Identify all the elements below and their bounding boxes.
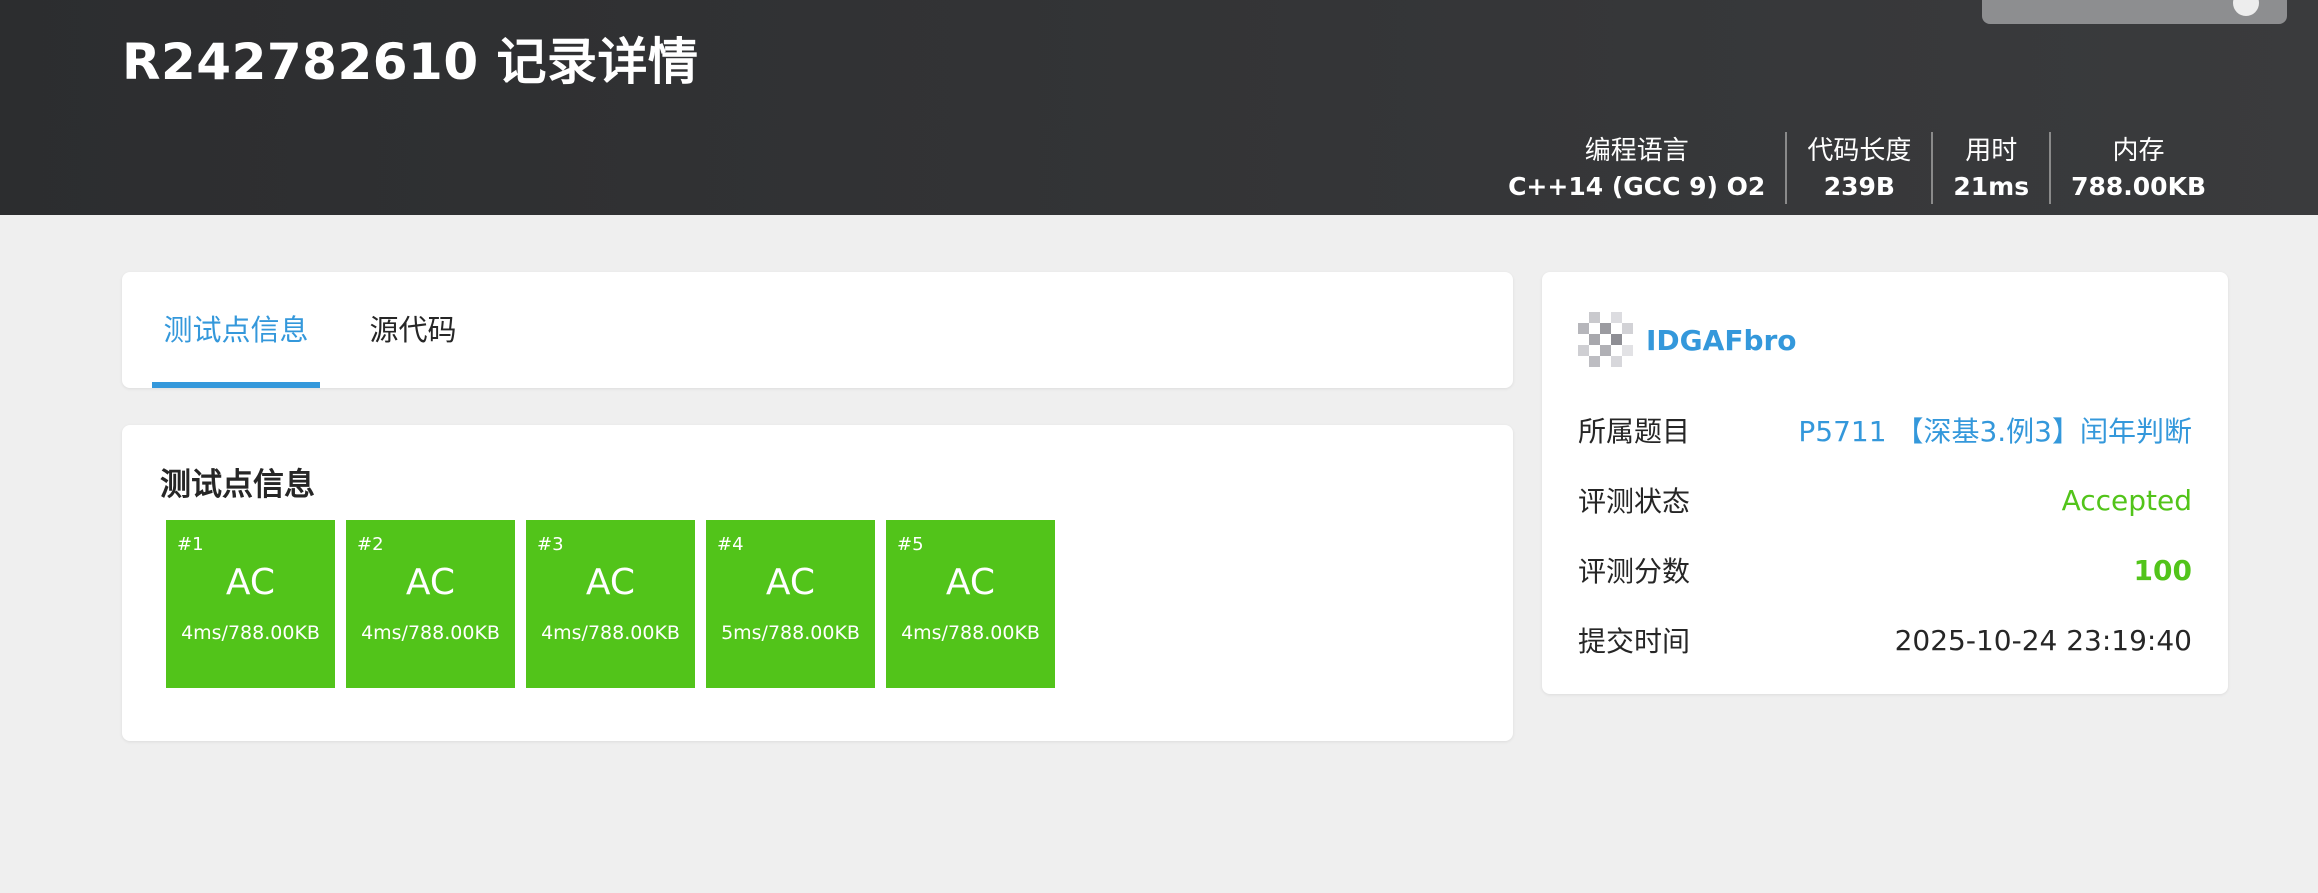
toggle-knob-icon (2233, 0, 2259, 16)
username-link[interactable]: IDGAFbro (1646, 324, 1797, 357)
test-cases-card: 测试点信息 #1 AC 4ms/788.00KB #2 AC 4ms/788.0… (122, 425, 1513, 741)
test-case-id: #4 (717, 534, 744, 555)
test-case-detail: 5ms/788.00KB (721, 622, 860, 644)
info-key: 评测状态 (1578, 485, 1691, 518)
test-case-detail: 4ms/788.00KB (181, 622, 320, 644)
test-case-id: #5 (897, 534, 924, 555)
avatar[interactable] (1578, 312, 1634, 368)
problem-link[interactable]: P5711 【深基3.例3】闰年判断 (1798, 410, 2192, 450)
tab-source-code[interactable]: 源代码 (348, 272, 478, 388)
info-row-submit-time: 提交时间 2025-10-24 23:19:40 (1578, 620, 2192, 660)
user-row: IDGAFbro (1578, 312, 1797, 368)
stat-language: 编程语言 C++14 (GCC 9) O2 (1488, 132, 1785, 204)
test-case-detail: 4ms/788.00KB (901, 622, 1040, 644)
test-case-tile[interactable]: #3 AC 4ms/788.00KB (526, 520, 695, 688)
submission-stats: 编程语言 C++14 (GCC 9) O2 代码长度 239B 用时 21ms … (1488, 132, 2226, 204)
page-title: R242782610 记录详情 (122, 33, 699, 91)
test-case-tile[interactable]: #4 AC 5ms/788.00KB (706, 520, 875, 688)
submission-info-card: IDGAFbro 所属题目 P5711 【深基3.例3】闰年判断 评测状态 Ac… (1542, 272, 2228, 694)
test-case-detail: 4ms/788.00KB (541, 622, 680, 644)
stat-value: 788.00KB (2071, 172, 2206, 201)
submit-time-value: 2025-10-24 23:19:40 (1894, 623, 2192, 657)
test-case-status: AC (765, 562, 816, 603)
test-case-id: #2 (357, 534, 384, 555)
stat-value: C++14 (GCC 9) O2 (1508, 172, 1766, 201)
info-row-problem: 所属题目 P5711 【深基3.例3】闰年判断 (1578, 410, 2192, 450)
test-case-tile[interactable]: #5 AC 4ms/788.00KB (886, 520, 1055, 688)
info-key: 提交时间 (1578, 625, 1691, 658)
tabs-card: 测试点信息 源代码 (122, 272, 1513, 388)
stat-value: 239B (1823, 172, 1895, 201)
stat-code-length: 代码长度 239B (1785, 132, 1931, 204)
score-value: 100 (2133, 553, 2192, 587)
stat-label: 用时 (1965, 136, 2018, 166)
test-cases-title: 测试点信息 (160, 467, 315, 503)
stat-label: 内存 (2112, 136, 2165, 166)
info-key: 所属题目 (1578, 415, 1691, 448)
stat-label: 代码长度 (1807, 136, 1912, 166)
test-case-id: #3 (537, 534, 564, 555)
stat-time: 用时 21ms (1931, 132, 2049, 204)
test-case-tile[interactable]: #1 AC 4ms/788.00KB (166, 520, 335, 688)
stat-value: 21ms (1953, 172, 2030, 201)
info-key: 评测分数 (1578, 555, 1691, 588)
test-case-id: #1 (177, 534, 204, 555)
stat-label: 编程语言 (1584, 136, 1689, 166)
test-case-status: AC (585, 562, 636, 603)
status-value: Accepted (2061, 483, 2192, 517)
test-case-detail: 4ms/788.00KB (361, 622, 500, 644)
test-case-status: AC (945, 562, 996, 603)
page-header: R242782610 记录详情 编程语言 C++14 (GCC 9) O2 代码… (0, 0, 2318, 215)
stat-memory: 内存 788.00KB (2049, 132, 2226, 204)
info-row-score: 评测分数 100 (1578, 550, 2192, 590)
test-case-status: AC (225, 562, 276, 603)
test-case-tile[interactable]: #2 AC 4ms/788.00KB (346, 520, 515, 688)
info-row-status: 评测状态 Accepted (1578, 480, 2192, 520)
header-toggle-button[interactable] (1982, 0, 2287, 24)
test-case-status: AC (405, 562, 456, 603)
tab-test-info[interactable]: 测试点信息 (152, 272, 320, 388)
